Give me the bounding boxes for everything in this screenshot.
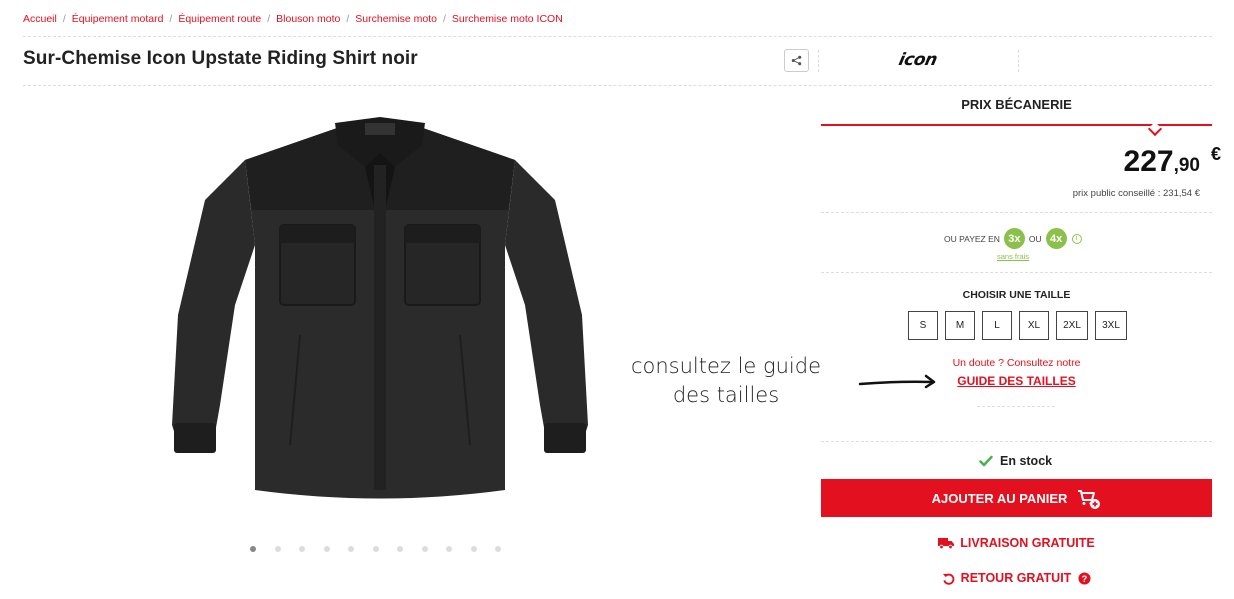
gallery-dot[interactable] [421, 546, 428, 552]
breadcrumb-separator: / [346, 13, 350, 25]
size-guide-link[interactable]: GUIDE DES TAILLES [821, 374, 1212, 388]
gallery-dot[interactable] [372, 546, 379, 552]
free-delivery-link[interactable]: LIVRAISON GRATUITE [821, 536, 1212, 550]
divider [818, 50, 819, 72]
cart-add-icon [1078, 490, 1101, 509]
breadcrumb: Accueil / Équipement motard / Équipement rou… [23, 13, 563, 25]
divider [821, 212, 1212, 213]
gallery-pagination [250, 546, 520, 552]
size-selector: S M L XL 2XL 3XL [908, 311, 1134, 340]
add-to-cart-button[interactable]: AJOUTER AU PANIER [821, 479, 1212, 517]
truck-icon [938, 538, 955, 549]
breadcrumb-separator: / [443, 13, 446, 25]
info-icon[interactable]: i [1071, 233, 1082, 244]
installment-options: OU PAYEZ EN 3x OU 4x i [944, 228, 1082, 249]
gallery-dot[interactable] [323, 546, 330, 552]
free-return-link[interactable]: RETOUR GRATUIT ? [821, 571, 1212, 585]
annotation-text: consultez le guide des tailles [630, 354, 822, 407]
return-icon [942, 573, 954, 585]
gallery-dot[interactable] [495, 546, 501, 552]
divider [23, 36, 1212, 37]
pay-4x-badge[interactable]: 4x [1045, 228, 1067, 249]
brand-logo[interactable]: icon [880, 48, 955, 72]
gallery-dot[interactable] [446, 546, 452, 552]
stock-status: En stock [979, 454, 1052, 468]
public-price: prix public conseillé : 231,54 € [1072, 188, 1200, 199]
breadcrumb-separator: / [267, 13, 271, 25]
size-help-text: Un doute ? Consultez notre [952, 357, 1081, 369]
breadcrumb-equipement-motard[interactable]: Équipement motard [72, 13, 164, 25]
gallery-dot[interactable] [250, 546, 256, 552]
divider [821, 272, 1212, 273]
breadcrumb-accueil[interactable]: Accueil [23, 13, 57, 25]
divider [821, 441, 1212, 442]
breadcrumb-surchemise-moto-icon[interactable]: Surchemise moto ICON [452, 13, 563, 25]
gallery-dot[interactable] [299, 546, 305, 552]
product-title: Sur-Chemise Icon Upstate Riding Shirt no… [23, 48, 418, 69]
breadcrumb-surchemise-moto[interactable]: Surchemise moto [355, 13, 437, 25]
svg-text:?: ? [1082, 573, 1088, 583]
gallery-dot[interactable] [470, 546, 477, 552]
check-icon [979, 455, 993, 467]
size-option-m[interactable]: M [945, 311, 975, 340]
size-option-2xl[interactable]: 2XL [1056, 311, 1088, 340]
breadcrumb-equipement-route[interactable]: Équipement route [178, 13, 261, 25]
gallery-dot[interactable] [397, 546, 403, 552]
help-icon[interactable]: ? [1078, 571, 1091, 585]
gallery-dot[interactable] [348, 546, 354, 552]
price-header: PRIX BÉCANERIE [961, 97, 1072, 112]
breadcrumb-blouson-moto[interactable]: Blouson moto [276, 13, 340, 25]
divider [23, 85, 1212, 86]
size-option-3xl[interactable]: 3XL [1095, 311, 1127, 340]
product-image[interactable] [160, 105, 600, 525]
divider [977, 406, 1055, 407]
size-option-xl[interactable]: XL [1019, 311, 1049, 340]
size-label: CHOISIR UNE TAILLE [962, 289, 1071, 301]
gallery-dot[interactable] [274, 546, 281, 552]
share-button[interactable] [784, 49, 809, 72]
no-fees-link[interactable]: sans frais [997, 252, 1029, 261]
product-price: 227,90 € [1123, 144, 1221, 178]
breadcrumb-separator: / [169, 13, 173, 25]
size-option-l[interactable]: L [982, 311, 1012, 340]
size-option-s[interactable]: S [908, 311, 938, 340]
share-icon [791, 55, 802, 66]
pay-3x-badge[interactable]: 3x [1003, 228, 1025, 249]
divider [1018, 50, 1019, 72]
breadcrumb-separator: / [62, 13, 66, 25]
